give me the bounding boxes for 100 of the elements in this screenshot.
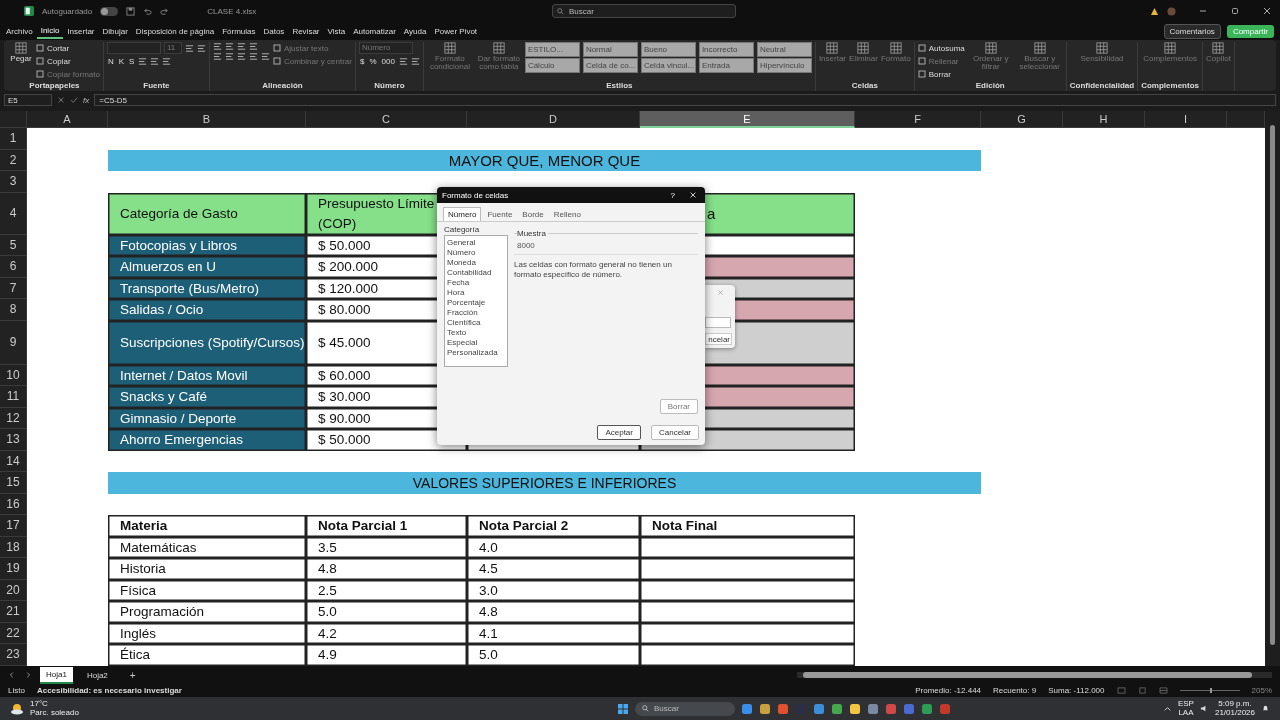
row-number[interactable]: 15 bbox=[0, 472, 27, 494]
comments-button[interactable]: Comentarios bbox=[1163, 23, 1221, 39]
format-icon[interactable] bbox=[184, 43, 194, 53]
avatar-icon[interactable] bbox=[1167, 6, 1176, 16]
format-icon[interactable] bbox=[224, 42, 234, 51]
cell-style-button[interactable]: Celda vincul... bbox=[640, 58, 696, 73]
ribbon-button[interactable]: Copiar bbox=[36, 55, 71, 67]
category-item[interactable]: Fracción bbox=[447, 308, 505, 318]
chevron-up-icon[interactable] bbox=[1162, 704, 1172, 713]
formula-field[interactable]: =C5-D5 bbox=[94, 94, 1276, 106]
row-number[interactable]: 5 bbox=[0, 234, 27, 256]
next-sheet-icon[interactable] bbox=[24, 671, 32, 679]
row-number[interactable]: 6 bbox=[0, 256, 27, 278]
ribbon-button[interactable]: Autosuma bbox=[917, 42, 965, 54]
previous-sheet-icon[interactable] bbox=[8, 671, 16, 679]
sheet-tab[interactable]: Hoja1 bbox=[40, 666, 73, 684]
zoom-slider[interactable] bbox=[1209, 688, 1212, 693]
row-number[interactable]: 9 bbox=[0, 320, 27, 365]
format-icon[interactable] bbox=[150, 57, 160, 66]
cell-style-button[interactable]: Celda de co... bbox=[582, 58, 638, 73]
dropdown-field[interactable] bbox=[705, 317, 731, 328]
dialog-tab[interactable]: Relleno bbox=[549, 207, 585, 221]
horizontal-scrollbar[interactable] bbox=[797, 672, 1272, 678]
row-number[interactable]: 8 bbox=[0, 299, 27, 321]
menu-tab[interactable]: Dibujar bbox=[98, 24, 132, 38]
row-number[interactable]: 12 bbox=[0, 407, 27, 429]
menu-tab[interactable]: Ayuda bbox=[399, 24, 431, 38]
format-icon[interactable] bbox=[196, 43, 206, 53]
row-number[interactable]: 13 bbox=[0, 429, 27, 451]
format-button[interactable]: 000 bbox=[380, 55, 396, 68]
cell-style-button[interactable]: Bueno bbox=[640, 42, 696, 57]
row-number[interactable]: 3 bbox=[0, 171, 27, 193]
format-button[interactable]: % bbox=[368, 55, 378, 68]
format-icon[interactable] bbox=[248, 42, 258, 51]
ribbon-button[interactable]: Pegar bbox=[9, 42, 33, 64]
category-item[interactable]: Porcentaje bbox=[447, 298, 505, 308]
row-number[interactable]: 18 bbox=[0, 536, 27, 558]
column-header[interactable]: E bbox=[640, 111, 855, 128]
row-number[interactable]: 14 bbox=[0, 450, 27, 472]
format-icon[interactable] bbox=[410, 57, 420, 66]
app-icon[interactable] bbox=[776, 702, 789, 715]
column-header[interactable]: D bbox=[467, 111, 640, 128]
start-icon[interactable] bbox=[616, 702, 629, 715]
redo-icon[interactable] bbox=[160, 6, 170, 16]
row-number[interactable]: 11 bbox=[0, 386, 27, 408]
row-number[interactable]: 4 bbox=[0, 192, 27, 235]
format-button[interactable]: N bbox=[106, 55, 115, 68]
format-button[interactable]: K bbox=[117, 55, 126, 68]
ribbon-button[interactable]: Cortar bbox=[36, 42, 70, 54]
menu-tab[interactable]: Revisar bbox=[288, 24, 324, 38]
row-number[interactable]: 1 bbox=[0, 128, 27, 150]
sun-cloud-icon[interactable] bbox=[10, 702, 24, 715]
column-header[interactable]: H bbox=[1063, 111, 1145, 128]
format-icon[interactable] bbox=[248, 52, 258, 61]
category-item[interactable]: Contabilidad bbox=[447, 268, 505, 278]
page-break-icon[interactable] bbox=[1158, 687, 1168, 694]
format-icon[interactable] bbox=[212, 42, 222, 51]
file-name[interactable]: CLASE 4.xlsx bbox=[207, 6, 257, 16]
app-icon[interactable] bbox=[848, 702, 861, 715]
row-number[interactable]: 7 bbox=[0, 277, 27, 299]
dialog-tab[interactable]: Fuente bbox=[483, 207, 517, 221]
accessibility-status[interactable]: Accesibilidad: es necesario investigar bbox=[36, 686, 182, 695]
app-icon[interactable] bbox=[758, 702, 771, 715]
column-header[interactable]: B bbox=[108, 111, 306, 128]
bell-icon[interactable] bbox=[1261, 704, 1270, 713]
column-header[interactable]: A bbox=[27, 111, 108, 128]
cell-style-button[interactable]: ESTILO... bbox=[524, 42, 580, 57]
cancel-button[interactable]: Cancelar bbox=[651, 425, 699, 440]
format-icon[interactable] bbox=[138, 57, 148, 66]
menu-tab[interactable]: Vista bbox=[323, 24, 350, 38]
row-number[interactable]: 10 bbox=[0, 364, 27, 386]
warning-icon[interactable] bbox=[1150, 6, 1159, 16]
menu-tab[interactable]: Power Pivot bbox=[430, 24, 482, 38]
undo-icon[interactable] bbox=[143, 6, 153, 16]
cell-style-button[interactable]: Entrada bbox=[698, 58, 754, 73]
row-number[interactable]: 2 bbox=[0, 149, 27, 171]
app-icon[interactable] bbox=[920, 702, 933, 715]
ribbon-button[interactable]: Borrar bbox=[917, 68, 951, 80]
sheet-tab[interactable]: Hoja2 bbox=[80, 667, 114, 683]
save-icon[interactable] bbox=[126, 6, 136, 16]
category-item[interactable]: Moneda bbox=[447, 258, 505, 268]
taskbar-search-field[interactable]: Buscar bbox=[634, 701, 735, 716]
clock[interactable]: 5:09 p.m. 21/01/2026 bbox=[1214, 699, 1255, 718]
column-header[interactable]: C bbox=[306, 111, 467, 128]
dialog-tab[interactable]: Número bbox=[443, 207, 482, 221]
cell-style-button[interactable]: Cálculo bbox=[524, 58, 580, 73]
cell-style-button[interactable]: Normal bbox=[582, 42, 638, 57]
format-icon[interactable] bbox=[260, 52, 270, 61]
menu-tab[interactable]: Insertar bbox=[63, 24, 99, 38]
column-header[interactable]: F bbox=[855, 111, 981, 128]
format-button[interactable]: S bbox=[128, 55, 136, 68]
app-icon[interactable] bbox=[866, 702, 879, 715]
row-number[interactable]: 16 bbox=[0, 493, 27, 515]
format-icon[interactable] bbox=[236, 42, 246, 51]
check-icon[interactable] bbox=[70, 96, 78, 104]
help-button[interactable]: ? bbox=[670, 190, 675, 200]
row-number[interactable]: 21 bbox=[0, 601, 27, 623]
app-icon[interactable] bbox=[830, 702, 843, 715]
column-header[interactable]: G bbox=[981, 111, 1063, 128]
cell-style-button[interactable]: Neutral bbox=[756, 42, 812, 57]
